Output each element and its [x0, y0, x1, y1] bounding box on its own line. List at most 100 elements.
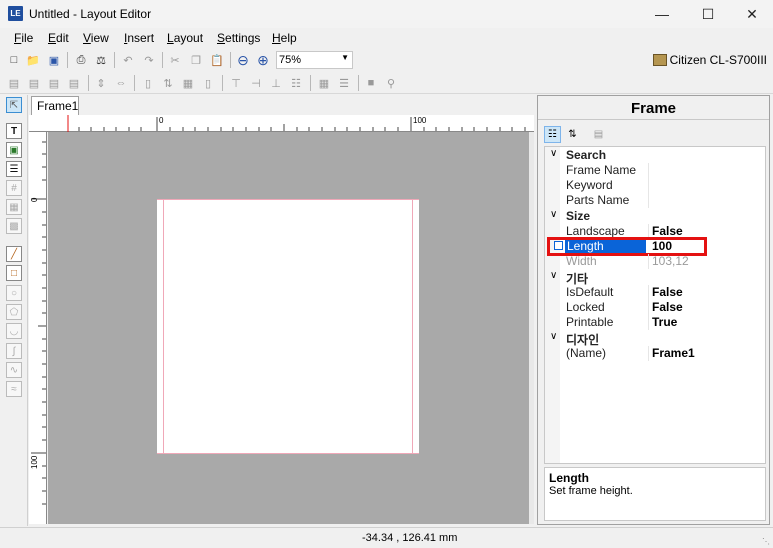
property-row-length[interactable]: Length 100	[545, 237, 765, 256]
property-row[interactable]: Printable True	[545, 315, 765, 330]
zoom-out-icon[interactable]: ⊖	[235, 52, 251, 68]
sort-alpha-icon[interactable]: ⇅	[564, 126, 581, 143]
align-right-icon[interactable]: ▤	[46, 75, 62, 91]
polygon-tool-icon[interactable]: ⬠	[6, 304, 22, 320]
property-row[interactable]: Parts Name	[545, 193, 765, 208]
properties-panel: Frame ☷ ⇅ ▤ ∨ Search Frame Name Keyword …	[537, 95, 770, 525]
property-description: Length Set frame height.	[544, 467, 766, 521]
property-pages-icon[interactable]: ▤	[590, 126, 607, 143]
property-row[interactable]: IsDefault False	[545, 285, 765, 300]
stack-icon[interactable]: ☷	[288, 75, 304, 91]
menu-insert[interactable]: Insert	[124, 31, 154, 45]
list-icon[interactable]: ☰	[336, 75, 352, 91]
property-row[interactable]: Width 103,12	[545, 254, 765, 269]
select-tool-icon[interactable]: ⇱	[6, 97, 22, 113]
middle-edge-icon[interactable]: ⊣	[248, 75, 264, 91]
zoom-select[interactable]: 75% ▼	[276, 51, 353, 69]
menu-bar: File Edit View Insert Layout Settings He…	[0, 28, 773, 48]
column-divider	[648, 300, 649, 315]
category-etc[interactable]: ∨ 기타	[545, 270, 765, 286]
line-tool-icon[interactable]: ╱	[6, 246, 22, 262]
property-row[interactable]: Keyword	[545, 178, 765, 193]
chevron-down-icon: ∨	[550, 270, 558, 281]
pin-icon[interactable]: ⚲	[383, 75, 399, 91]
categorized-icon[interactable]: ☷	[544, 126, 561, 143]
align-top-icon[interactable]: ▤	[66, 75, 82, 91]
vruler-label-100: 100	[30, 455, 39, 469]
column-divider	[648, 285, 649, 300]
separator	[134, 75, 135, 91]
new-icon[interactable]: □	[6, 52, 22, 68]
menu-help[interactable]: Help	[272, 31, 297, 45]
category-design[interactable]: ∨ 디자인	[545, 331, 765, 347]
resize-grip-icon[interactable]: ⋱	[762, 537, 770, 546]
same-size-icon[interactable]: ▦	[180, 75, 196, 91]
same-height-icon[interactable]: ⇅	[160, 75, 176, 91]
menu-file[interactable]: File	[14, 31, 33, 45]
picture-tool-icon[interactable]: ▩	[6, 218, 22, 234]
image-tool-icon[interactable]: ▣	[6, 142, 22, 158]
chevron-down-icon: ∨	[550, 209, 558, 220]
freeform-tool-icon[interactable]: ≈	[6, 381, 22, 397]
redo-icon[interactable]: ↷	[141, 52, 157, 68]
separator	[114, 52, 115, 68]
matrix-barcode-tool-icon[interactable]: ▦	[6, 199, 22, 215]
counter-tool-icon[interactable]: #	[6, 180, 22, 196]
print-preview-icon[interactable]: ⚖	[93, 52, 109, 68]
tab-frame1[interactable]: Frame1	[31, 96, 79, 115]
zigzag-tool-icon[interactable]: ∫	[6, 343, 22, 359]
undo-icon[interactable]: ↶	[120, 52, 136, 68]
property-row[interactable]: Landscape False	[545, 224, 765, 239]
description-text: Set frame height.	[549, 485, 633, 497]
distribute-h-icon[interactable]: ⇕	[93, 75, 109, 91]
space-icon[interactable]: ▯	[200, 75, 216, 91]
open-folder-icon[interactable]: 📁	[25, 52, 41, 68]
column-divider	[648, 193, 649, 208]
maximize-button[interactable]: ☐	[686, 0, 730, 28]
category-search[interactable]: ∨ Search	[545, 148, 765, 163]
property-row[interactable]: (Name) Frame1	[545, 346, 765, 361]
zoom-in-icon[interactable]: ⊕	[255, 52, 271, 68]
menu-layout[interactable]: Layout	[167, 31, 203, 45]
same-width-icon[interactable]: ▯	[140, 75, 156, 91]
column-divider	[648, 224, 649, 239]
minimize-button[interactable]: —	[640, 0, 684, 28]
separator	[88, 75, 89, 91]
save-icon[interactable]: ▣	[46, 52, 62, 68]
copy-icon[interactable]: ❐	[188, 52, 204, 68]
paste-icon[interactable]: 📋	[209, 52, 225, 68]
length-value-field[interactable]: 100	[651, 239, 677, 253]
align-center-icon[interactable]: ▤	[26, 75, 42, 91]
margin-guide-top	[157, 199, 419, 200]
ruler-ticks: 0 100	[67, 115, 526, 132]
top-edge-icon[interactable]: ⊤	[228, 75, 244, 91]
lock-icon[interactable]: ■	[363, 75, 379, 91]
barcode-tool-icon[interactable]: ☰	[6, 161, 22, 177]
category-size[interactable]: ∨ Size	[545, 209, 765, 224]
text-tool-icon[interactable]: T	[6, 123, 22, 139]
close-button[interactable]: ✕	[730, 0, 773, 28]
print-icon[interactable]: ⎙	[73, 52, 89, 68]
rectangle-tool-icon[interactable]: □	[6, 265, 22, 281]
column-divider	[648, 178, 649, 193]
cut-icon[interactable]: ✂	[167, 52, 183, 68]
horizontal-ruler: 0 100	[29, 115, 534, 132]
property-row[interactable]: Frame Name	[545, 163, 765, 178]
bottom-edge-icon[interactable]: ⊥	[268, 75, 284, 91]
printer-selector[interactable]: Citizen CL-S700III	[652, 53, 767, 67]
title-bar: LE Untitled - Layout Editor — ☐ ✕	[0, 0, 773, 28]
property-row[interactable]: Locked False	[545, 300, 765, 315]
canvas-scrollbar[interactable]	[529, 132, 534, 524]
menu-edit[interactable]: Edit	[48, 31, 69, 45]
arc-tool-icon[interactable]: ◡	[6, 323, 22, 339]
circle-tool-icon[interactable]: ○	[6, 285, 22, 301]
label-frame[interactable]	[157, 199, 419, 454]
menu-settings[interactable]: Settings	[217, 31, 260, 45]
design-canvas[interactable]	[48, 132, 529, 524]
distribute-v-icon[interactable]: ⇔	[113, 75, 129, 91]
menu-view[interactable]: View	[83, 31, 109, 45]
align-left-icon[interactable]: ▤	[6, 75, 22, 91]
curve-tool-icon[interactable]: ∿	[6, 362, 22, 378]
grid-icon[interactable]: ▦	[316, 75, 332, 91]
status-bar: -34.34 , 126.41 mm ⋱	[0, 527, 773, 548]
